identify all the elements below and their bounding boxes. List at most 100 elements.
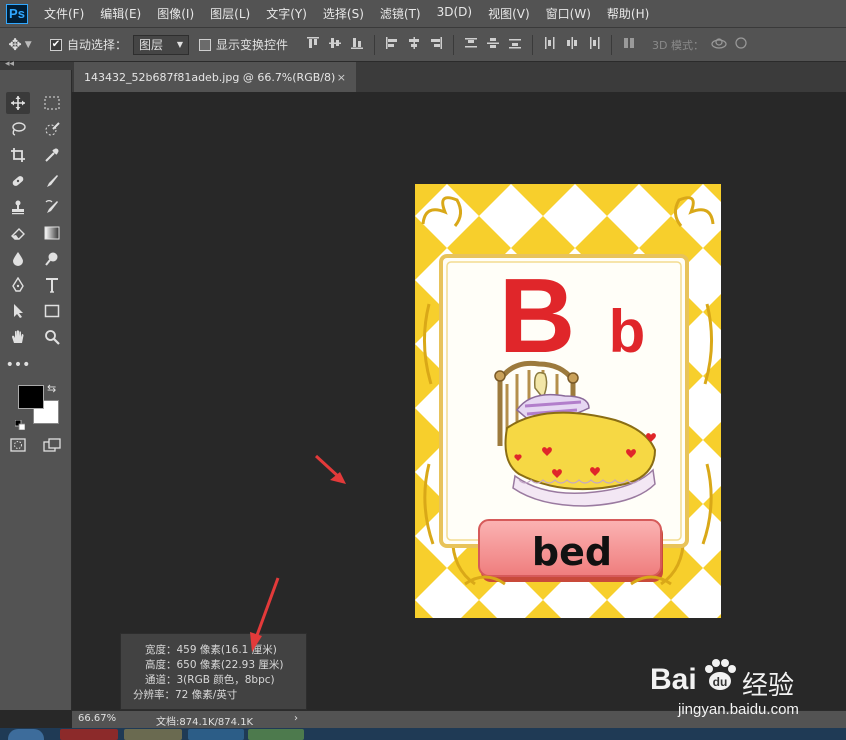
marquee-tool[interactable]: [40, 92, 64, 114]
annotation-arrow: [314, 454, 346, 484]
status-menu-icon[interactable]: ›: [294, 713, 298, 724]
crop-tool[interactable]: [6, 144, 30, 166]
eraser-tool[interactable]: [6, 222, 30, 244]
eyedropper-icon: [45, 148, 59, 162]
history-brush-tool[interactable]: [40, 196, 64, 218]
letter-upper: B: [499, 257, 576, 375]
collapse-icon: ◂◂: [5, 59, 15, 69]
align-right-icon[interactable]: [427, 35, 445, 51]
type-tool[interactable]: [40, 274, 64, 296]
annotation-arrow: [250, 577, 280, 652]
path-select-tool[interactable]: [6, 300, 30, 322]
screen-mode-tool[interactable]: [40, 434, 64, 456]
chevron-down-icon: ▼: [176, 40, 184, 49]
distribute-vcenter-icon[interactable]: [484, 35, 502, 51]
clone-stamp-tool[interactable]: [6, 196, 30, 218]
rectangle-tool[interactable]: [40, 300, 64, 322]
auto-select-checkbox[interactable]: ✔: [50, 38, 62, 51]
taskbar-app[interactable]: [124, 729, 182, 740]
menu-item[interactable]: 帮助(H): [599, 5, 657, 22]
move-tool[interactable]: [6, 92, 30, 114]
quick-select-tool[interactable]: [40, 118, 64, 140]
swap-colors-icon[interactable]: ⇆: [47, 382, 56, 395]
distribute-hcenter-icon[interactable]: [563, 35, 581, 51]
menu-item[interactable]: 视图(V): [480, 5, 538, 22]
menu-item[interactable]: 编辑(E): [92, 5, 149, 22]
info-resolution: 分辨率：72 像素/英寸: [133, 689, 238, 701]
menu-item[interactable]: 文件(F): [36, 5, 92, 22]
document-tab[interactable]: 143432_52b687f81adeb.jpg @ 66.7%(RGB/8) …: [74, 62, 356, 92]
distribute-right-icon[interactable]: [585, 35, 603, 51]
align-left-icon[interactable]: [383, 35, 401, 51]
options-bar: ✥ ▼ ✔ 自动选择： 图层 ▼ 显示变换控件 3D 模式：: [0, 28, 846, 62]
move-icon: [11, 96, 25, 110]
eyedropper-tool[interactable]: [40, 144, 64, 166]
pen-icon: [12, 277, 24, 292]
stamp-icon: [12, 200, 24, 215]
healing-brush-tool[interactable]: [6, 170, 30, 192]
quick-mask-tool[interactable]: [6, 434, 30, 456]
foreground-color-swatch[interactable]: [18, 385, 44, 409]
lasso-tool[interactable]: [6, 118, 30, 140]
zoom-level[interactable]: 66.67%: [78, 713, 116, 724]
tools-panel: ••• ⇆: [0, 70, 72, 710]
document-tab-title: 143432_52b687f81adeb.jpg @ 66.7%(RGB/8): [84, 70, 336, 84]
gradient-tool[interactable]: [40, 222, 64, 244]
close-icon[interactable]: ×: [337, 71, 346, 84]
chevron-down-icon: ▼: [24, 39, 32, 50]
move-icon: ✥: [8, 35, 22, 54]
brush-icon: [47, 175, 58, 187]
baidu-watermark: Bai du 经验 jingyan.baidu.com: [648, 645, 844, 725]
taskbar-app[interactable]: [248, 729, 304, 740]
dodge-icon: [45, 252, 58, 266]
pen-tool[interactable]: [6, 274, 30, 296]
separator: [453, 34, 455, 55]
roll-3d-icon[interactable]: [734, 35, 748, 54]
distribute-left-icon[interactable]: [541, 35, 559, 51]
align-vcenter-icon[interactable]: [326, 35, 344, 51]
start-button[interactable]: [8, 729, 44, 740]
align-buttons: [302, 34, 640, 55]
lasso-icon: [12, 122, 26, 136]
taskbar: [0, 728, 846, 740]
separator: [611, 34, 613, 55]
hand-tool[interactable]: [6, 326, 30, 348]
word-label: bed: [532, 530, 612, 574]
screen-mode-icon: [43, 438, 61, 452]
taskbar-app[interactable]: [60, 729, 118, 740]
move-tool-preset[interactable]: ✥ ▼: [0, 35, 40, 54]
mode-3d-label: 3D 模式：: [652, 38, 704, 52]
menu-item[interactable]: 文字(Y): [258, 5, 315, 22]
svg-text:du: du: [713, 675, 728, 689]
align-hcenter-icon[interactable]: [405, 35, 423, 51]
document-size[interactable]: 文档:874.1K/874.1K: [156, 713, 253, 728]
more-tools[interactable]: •••: [6, 354, 31, 376]
default-colors-icon[interactable]: [14, 415, 26, 434]
menu-item[interactable]: 窗口(W): [538, 5, 599, 22]
canvas-area[interactable]: B b bed: [73, 92, 846, 710]
menu-item[interactable]: 3D(D): [429, 5, 480, 22]
auto-select-dropdown[interactable]: 图层 ▼: [133, 34, 190, 55]
paw-icon: du: [705, 659, 736, 690]
flashcard-image: B b bed: [415, 184, 721, 618]
align-top-icon[interactable]: [304, 35, 322, 51]
taskbar-app[interactable]: [188, 729, 244, 740]
distribute-bottom-icon[interactable]: [506, 35, 524, 51]
menu-item[interactable]: 图层(L): [202, 5, 258, 22]
orbit-3d-icon[interactable]: [710, 35, 728, 54]
auto-align-icon[interactable]: [620, 35, 638, 51]
distribute-top-icon[interactable]: [462, 35, 480, 51]
show-transform-checkbox[interactable]: [199, 38, 212, 51]
blur-tool[interactable]: [6, 248, 30, 270]
align-bottom-icon[interactable]: [348, 35, 366, 51]
dodge-tool[interactable]: [40, 248, 64, 270]
menu-item[interactable]: 选择(S): [315, 5, 372, 22]
show-transform-label: 显示变换控件: [216, 38, 289, 52]
history-brush-icon: [45, 200, 58, 213]
brush-tool[interactable]: [40, 170, 64, 192]
zoom-tool[interactable]: [40, 326, 64, 348]
menu-item[interactable]: 图像(I): [149, 5, 202, 22]
menu-item[interactable]: 滤镜(T): [372, 5, 429, 22]
gradient-icon: [44, 226, 60, 240]
info-channels: 通道：3(RGB 颜色，8bpc): [145, 674, 275, 686]
